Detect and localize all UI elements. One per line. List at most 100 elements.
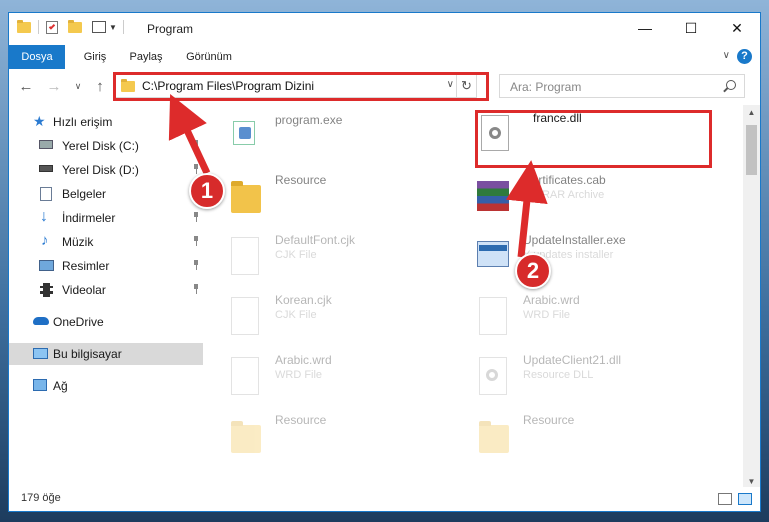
tab-view[interactable]: Görünüm	[179, 45, 239, 69]
sidebar-item-onedrive[interactable]: OneDrive	[9, 311, 203, 333]
file-item-defaultfont-cjk[interactable]: DefaultFont.cjk CJK File	[221, 231, 461, 287]
computer-icon	[33, 348, 48, 359]
tab-file[interactable]: Dosya	[9, 45, 65, 69]
file-name: Resource	[275, 173, 327, 187]
sidebar-item-label: Müzik	[62, 235, 94, 249]
new-folder-icon[interactable]	[68, 19, 82, 33]
pin-icon[interactable]	[193, 236, 199, 246]
folder-icon	[475, 415, 509, 453]
large-icons-view-icon[interactable]	[738, 493, 752, 505]
file-icon	[227, 355, 259, 395]
sidebar-item-label: Belgeler	[62, 187, 107, 201]
divider	[38, 20, 39, 34]
file-type: CJK File	[275, 249, 317, 261]
sidebar-item-network[interactable]: Ağ	[9, 375, 203, 397]
highlight-address-bar	[113, 72, 489, 101]
sidebar-item-label: Ağ	[53, 379, 68, 393]
pin-icon[interactable]	[193, 284, 199, 294]
pin-icon[interactable]	[193, 260, 199, 270]
documents-icon	[40, 187, 52, 201]
step-2-badge: 2	[515, 253, 551, 289]
folder-icon	[227, 415, 261, 453]
sidebar-item-label: OneDrive	[53, 315, 104, 329]
file-name: Resource	[523, 413, 575, 427]
sidebar-item-pictures[interactable]: Resimler	[9, 255, 203, 277]
sidebar-item-local-disk-c[interactable]: Yerel Disk (C:)	[9, 135, 203, 157]
file-item-resource-folder-3[interactable]: Resource	[469, 411, 709, 467]
file-item-arabic-wrd[interactable]: Arabic.wrd WRD File	[469, 291, 709, 347]
properties-icon[interactable]	[46, 20, 58, 34]
pin-icon[interactable]	[193, 212, 199, 222]
file-type: WinRAR Archive	[523, 189, 605, 201]
file-name: DefaultFont.cjk	[275, 233, 356, 247]
file-item-resource-folder-2[interactable]: Resource	[221, 411, 461, 467]
details-view-icon[interactable]	[718, 493, 732, 505]
forward-arrow-icon[interactable]: →	[43, 75, 65, 97]
recent-locations-chevron-icon[interactable]: ∨	[67, 75, 89, 97]
sidebar-item-videos[interactable]: Videolar	[9, 279, 203, 301]
up-arrow-icon[interactable]: ↑	[89, 75, 111, 97]
back-arrow-icon[interactable]: ←	[15, 75, 37, 97]
pin-icon[interactable]	[193, 164, 199, 174]
sidebar-item-music[interactable]: ♪ Müzik	[9, 231, 203, 253]
file-name: Certificates.cab	[523, 173, 606, 187]
maximize-button[interactable]: ☐	[668, 13, 714, 43]
file-icon	[475, 295, 507, 335]
customize-view-icon[interactable]	[92, 21, 106, 33]
sidebar-item-this-pc[interactable]: Bu bilgisayar	[9, 343, 203, 365]
sidebar-item-local-disk-d[interactable]: Yerel Disk (D:)	[9, 159, 203, 181]
title-bar: ▼ Program — ☐ ✕	[9, 13, 760, 45]
tab-share[interactable]: Paylaş	[121, 45, 171, 69]
sidebar-item-label: Yerel Disk (C:)	[62, 139, 139, 153]
exe-icon	[227, 115, 257, 153]
minimize-button[interactable]: —	[622, 13, 668, 43]
star-icon: ★	[33, 113, 46, 129]
status-bar: 179 öğe	[9, 487, 760, 511]
file-item-certificates-cab[interactable]: Certificates.cab WinRAR Archive	[469, 171, 709, 227]
vertical-scrollbar[interactable]: ▲ ▼	[743, 105, 760, 489]
scroll-up-icon[interactable]: ▲	[743, 105, 760, 120]
file-type: CJK File	[275, 309, 317, 321]
dll-icon	[475, 355, 507, 395]
file-icon	[227, 295, 259, 335]
search-input[interactable]: Ara: Program	[499, 74, 745, 98]
file-item-resource-folder[interactable]: Resource	[221, 171, 461, 227]
file-item-updateinstaller-exe[interactable]: UpdateInstaller.exe Y updates installer	[469, 231, 709, 287]
file-item-updateclient21-dll[interactable]: UpdateClient21.dll Resource DLL	[469, 351, 709, 407]
highlight-france-dll	[475, 110, 712, 168]
sidebar-item-label: İndirmeler	[62, 211, 116, 225]
sidebar-item-label: Hızlı erişim	[53, 115, 113, 129]
help-icon[interactable]: ?	[737, 49, 752, 64]
sidebar-item-label: Resimler	[62, 259, 110, 273]
file-name: program.exe	[275, 113, 343, 127]
music-icon: ♪	[41, 232, 49, 249]
ribbon-expand-chevron-icon[interactable]: ∨	[723, 50, 730, 61]
sidebar-item-documents[interactable]: Belgeler	[9, 183, 203, 205]
file-type: WRD File	[523, 309, 571, 321]
file-item-korean-cjk[interactable]: Korean.cjk CJK File	[221, 291, 461, 347]
installer-icon	[475, 235, 509, 273]
ribbon-tabs: Dosya Giriş Paylaş Görünüm ∨ ?	[9, 45, 760, 69]
sidebar-item-downloads[interactable]: ↓ İndirmeler	[9, 207, 203, 229]
file-item-program-exe[interactable]: program.exe	[221, 111, 461, 167]
item-count: 179 öğe	[21, 492, 61, 504]
pictures-icon	[39, 260, 54, 271]
file-name: Resource	[275, 413, 327, 427]
file-icon	[227, 235, 259, 275]
chevron-down-icon[interactable]: ▼	[109, 23, 117, 32]
sidebar-item-label: Videolar	[62, 283, 106, 297]
close-button[interactable]: ✕	[714, 13, 760, 43]
pin-icon[interactable]	[193, 140, 199, 150]
scroll-thumb[interactable]	[746, 125, 757, 175]
file-name: Arabic.wrd	[523, 293, 580, 307]
file-name: UpdateClient21.dll	[523, 353, 622, 367]
file-item-arabic-wrd-2[interactable]: Arabic.wrd WRD File	[221, 351, 461, 407]
file-name: UpdateInstaller.exe	[523, 233, 626, 247]
archive-icon	[475, 175, 509, 213]
network-icon	[33, 379, 47, 391]
sidebar-item-quick-access[interactable]: ★ Hızlı erişim	[9, 111, 203, 133]
search-icon[interactable]	[726, 80, 736, 90]
tab-home[interactable]: Giriş	[73, 45, 117, 69]
window-title: Program	[147, 22, 194, 36]
navigation-pane: ★ Hızlı erişim Yerel Disk (C:) Yerel Dis…	[9, 105, 203, 485]
